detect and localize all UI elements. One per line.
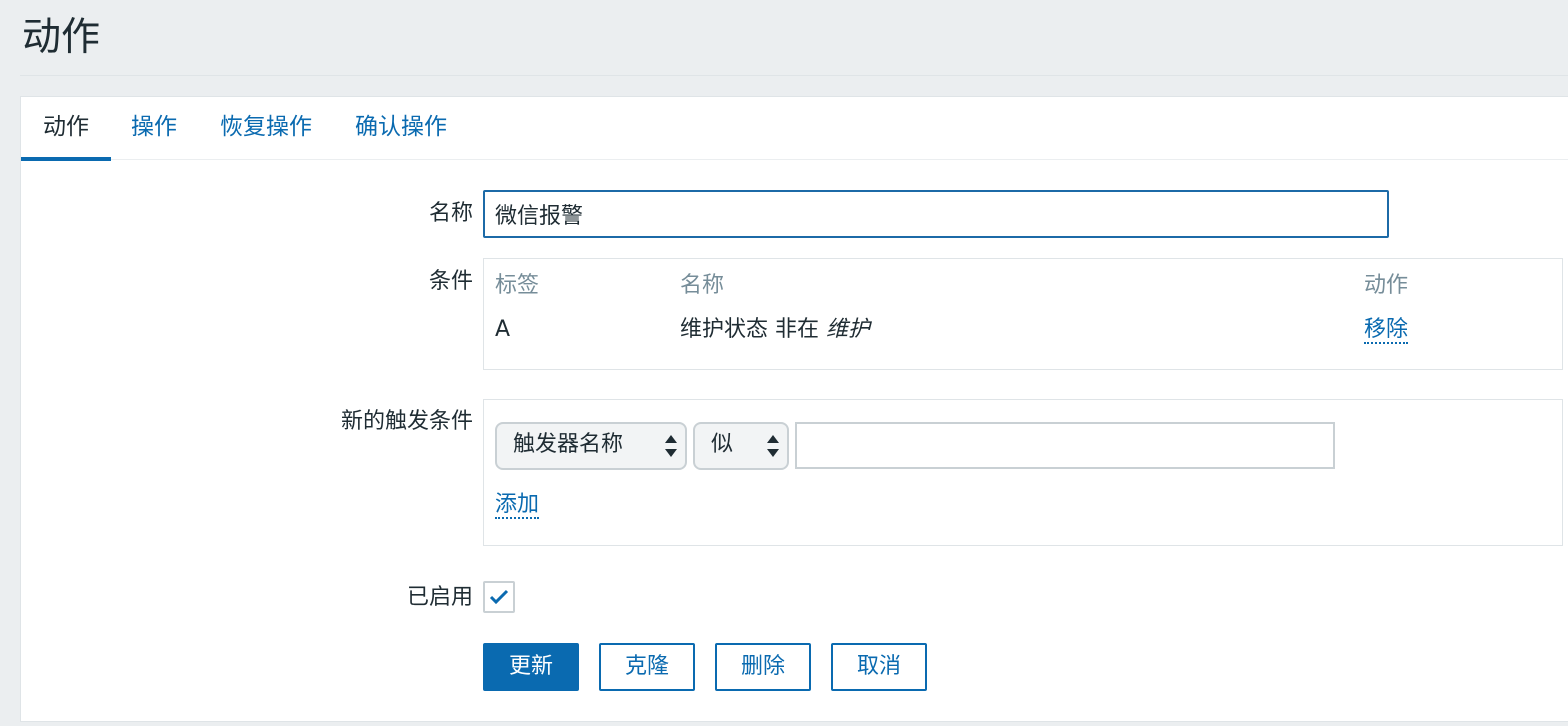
condition-operator-select[interactable]: 似 xyxy=(693,422,789,470)
clone-button[interactable]: 克隆 xyxy=(599,643,695,691)
tab-recovery-operations[interactable]: 恢复操作 xyxy=(220,97,312,160)
remove-condition-link-wrap: 移除 xyxy=(1364,315,1409,345)
condition-tag: A xyxy=(495,317,511,342)
condition-name-text: 维护状态 非在 xyxy=(680,317,819,342)
condition-value-input[interactable] xyxy=(795,422,1335,469)
select-arrows-icon xyxy=(665,433,677,459)
tab-bar: 动作 操作 恢复操作 确认操作 xyxy=(21,97,1568,161)
condition-operator-value: 似 xyxy=(711,432,734,457)
page-header: 动作 xyxy=(20,0,1568,76)
action-form-panel: 动作 操作 恢复操作 确认操作 名称 条件 标签 名称 动作 A 维护状态 非在… xyxy=(20,96,1568,722)
new-condition-box: 触发器名称 似 添加 xyxy=(483,399,1563,546)
update-button[interactable]: 更新 xyxy=(483,643,579,691)
new-condition-label: 新的触发条件 xyxy=(340,409,473,434)
tab-acknowledge-operations[interactable]: 确认操作 xyxy=(355,97,447,160)
condition-name: 维护状态 非在 维护 xyxy=(680,315,870,345)
page-title: 动作 xyxy=(22,15,101,60)
add-condition-link-wrap: 添加 xyxy=(495,490,540,520)
tab-action[interactable]: 动作 xyxy=(21,97,111,161)
name-label: 名称 xyxy=(428,201,473,226)
tab-operations[interactable]: 操作 xyxy=(131,97,177,160)
remove-condition-link[interactable]: 移除 xyxy=(1364,317,1409,344)
add-condition-link[interactable]: 添加 xyxy=(495,492,540,519)
enabled-checkbox[interactable] xyxy=(483,581,515,613)
cancel-button[interactable]: 取消 xyxy=(831,643,927,691)
conditions-label: 条件 xyxy=(428,269,473,294)
column-header-tag: 标签 xyxy=(495,273,540,298)
delete-button[interactable]: 删除 xyxy=(715,643,811,691)
name-input[interactable] xyxy=(483,190,1389,238)
condition-type-value: 触发器名称 xyxy=(513,432,624,457)
condition-type-select[interactable]: 触发器名称 xyxy=(495,422,687,470)
condition-name-value: 维护 xyxy=(826,317,871,342)
enabled-label: 已启用 xyxy=(406,585,473,610)
column-header-action: 动作 xyxy=(1364,273,1409,298)
checkmark-icon xyxy=(489,589,509,605)
conditions-table: 标签 名称 动作 A 维护状态 非在 维护 移除 xyxy=(483,258,1563,370)
column-header-name: 名称 xyxy=(680,273,725,298)
select-arrows-icon xyxy=(767,433,779,459)
